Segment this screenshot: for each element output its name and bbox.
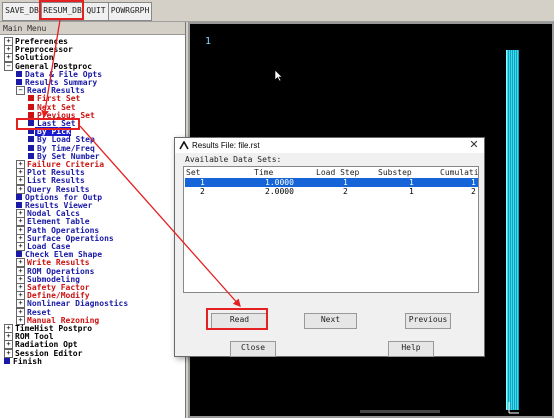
arrow-bypick-to-read <box>79 125 241 307</box>
arrow-resum-to-bypick <box>41 19 61 119</box>
annotation-arrows <box>41 19 241 307</box>
